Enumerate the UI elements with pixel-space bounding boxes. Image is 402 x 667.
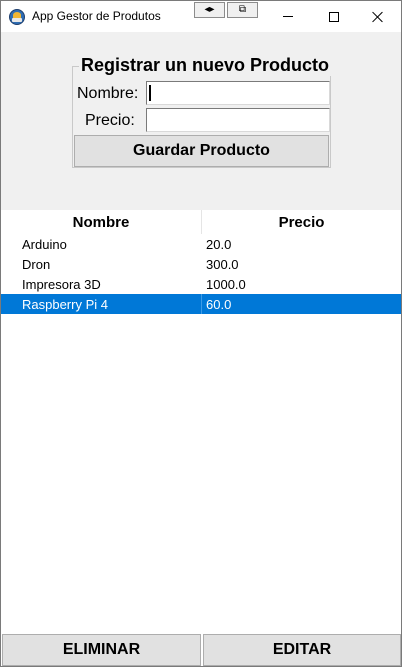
- row-precio: 20.0: [206, 237, 232, 252]
- nombre-input[interactable]: [146, 81, 330, 105]
- resize-arrows-icon[interactable]: ◂▸: [194, 2, 225, 18]
- row-nombre: Impresora 3D: [22, 277, 101, 292]
- app-icon: [9, 9, 25, 25]
- close-icon: [372, 11, 384, 23]
- delete-button[interactable]: ELIMINAR: [2, 634, 201, 666]
- close-button[interactable]: [355, 1, 401, 32]
- precio-label: Precio:: [85, 112, 135, 129]
- row-precio: 1000.0: [206, 277, 246, 292]
- column-header-precio[interactable]: Precio: [202, 210, 401, 234]
- column-header-nombre[interactable]: Nombre: [1, 210, 201, 234]
- table-header: Nombre Precio: [1, 210, 401, 234]
- edit-button[interactable]: EDITAR: [203, 634, 401, 666]
- precio-input[interactable]: [146, 108, 330, 132]
- maximize-button[interactable]: [311, 1, 357, 32]
- title-bar[interactable]: App Gestor de Produtos ◂▸ ⧉: [1, 1, 401, 32]
- app-window: App Gestor de Produtos ◂▸ ⧉ Registrar un…: [0, 0, 402, 667]
- table-row[interactable]: Dron 300.0: [1, 254, 401, 274]
- form-title: Registrar un nuevo Producto: [79, 55, 332, 76]
- products-table: Nombre Precio Arduino 20.0 Dron 300.0 Im…: [1, 210, 401, 634]
- table-row-selected[interactable]: Raspberry Pi 4 60.0: [1, 294, 401, 314]
- table-row[interactable]: Impresora 3D 1000.0: [1, 274, 401, 294]
- row-nombre: Dron: [22, 257, 51, 272]
- window-title: App Gestor de Produtos: [32, 9, 161, 23]
- row-precio: 300.0: [206, 257, 239, 272]
- row-nombre: Arduino: [22, 237, 67, 252]
- nombre-label: Nombre:: [77, 85, 139, 102]
- text-caret: [149, 85, 151, 101]
- minimize-icon: [283, 16, 293, 17]
- maximize-icon: [329, 11, 339, 22]
- minimize-button[interactable]: [265, 1, 311, 32]
- table-row[interactable]: Arduino 20.0: [1, 234, 401, 254]
- row-nombre: Raspberry Pi 4: [22, 297, 108, 312]
- product-form: Registrar un nuevo Producto Nombre: Prec…: [1, 32, 401, 210]
- row-precio: 60.0: [206, 297, 232, 312]
- window-switch-icon[interactable]: ⧉: [227, 2, 258, 18]
- row-separator: [201, 294, 202, 314]
- save-product-button[interactable]: Guardar Producto: [74, 135, 329, 167]
